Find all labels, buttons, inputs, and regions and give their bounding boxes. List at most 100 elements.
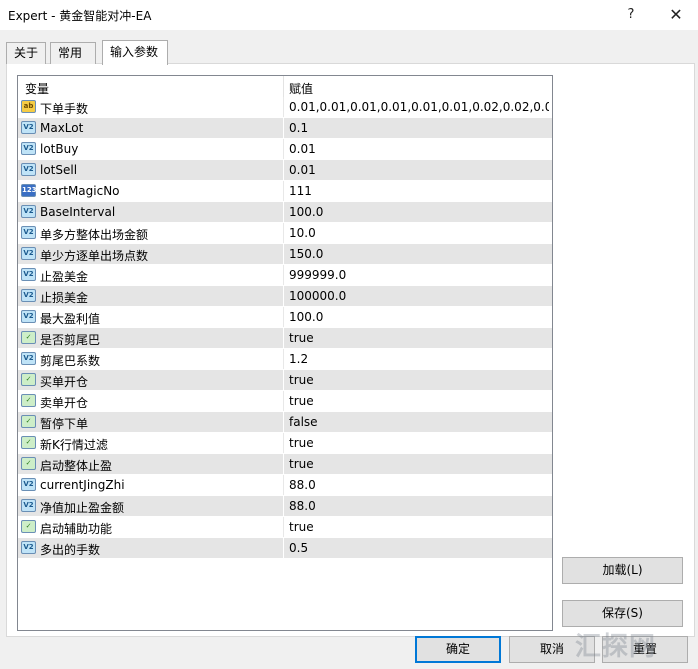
parameter-value[interactable]: 111 xyxy=(289,184,549,198)
tab-about[interactable]: 关于 xyxy=(6,42,46,64)
cell-divider xyxy=(283,244,284,264)
parameter-value[interactable]: 0.01,0.01,0.01,0.01,0.01,0.01,0.02,0.02,… xyxy=(289,100,549,114)
parameter-value[interactable]: 999999.0 xyxy=(289,268,549,282)
cancel-button[interactable]: 取消 xyxy=(509,636,595,663)
cell-divider xyxy=(283,370,284,390)
double-icon: V2 xyxy=(21,310,36,323)
parameter-value[interactable]: true xyxy=(289,520,549,534)
double-icon: V2 xyxy=(21,121,36,134)
help-icon[interactable]: ? xyxy=(611,0,651,30)
table-row[interactable]: ✓ 买单开仓 true xyxy=(18,370,552,391)
table-row[interactable]: 123 startMagicNo 111 xyxy=(18,181,552,202)
double-icon: V2 xyxy=(21,247,36,260)
table-row[interactable]: V2 最大盈利值 100.0 xyxy=(18,307,552,328)
table-row[interactable]: V2 lotSell 0.01 xyxy=(18,160,552,181)
tab-inputs[interactable]: 输入参数 xyxy=(102,40,168,65)
double-icon: V2 xyxy=(21,163,36,176)
bool-icon: ✓ xyxy=(21,373,36,386)
parameter-value[interactable]: 10.0 xyxy=(289,226,549,240)
table-row[interactable]: ✓ 启动整体止盈 true xyxy=(18,454,552,475)
cell-divider xyxy=(283,97,284,117)
table-row[interactable]: V2 剪尾巴系数 1.2 xyxy=(18,349,552,370)
save-button[interactable]: 保存(S) xyxy=(562,600,683,627)
table-row[interactable]: V2 净值加止盈金额 88.0 xyxy=(18,496,552,517)
parameter-name: 新K行情过滤 xyxy=(40,438,108,452)
grid-header: 变量 赋值 xyxy=(18,76,552,97)
parameter-name: 下单手数 xyxy=(40,102,89,116)
cell-divider xyxy=(283,181,284,201)
parameter-value[interactable]: 0.5 xyxy=(289,541,549,555)
column-header-variable[interactable]: 变量 xyxy=(25,80,49,97)
table-row[interactable]: V2 lotBuy 0.01 xyxy=(18,139,552,160)
table-row[interactable]: ab 下单手数 0.01,0.01,0.01,0.01,0.01,0.01,0.02… xyxy=(18,97,552,118)
cell-divider xyxy=(283,517,284,537)
table-row[interactable]: V2 多出的手数 0.5 xyxy=(18,538,552,559)
parameter-value[interactable]: false xyxy=(289,415,549,429)
parameter-value[interactable]: true xyxy=(289,436,549,450)
parameter-name: 单多方整体出场金额 xyxy=(40,228,149,242)
load-button[interactable]: 加载(L) xyxy=(562,557,683,584)
table-row[interactable]: V2 MaxLot 0.1 xyxy=(18,118,552,139)
ok-button[interactable]: 确定 xyxy=(415,636,501,663)
column-header-value[interactable]: 赋值 xyxy=(289,80,313,97)
table-row[interactable]: ✓ 卖单开仓 true xyxy=(18,391,552,412)
parameter-value[interactable]: true xyxy=(289,331,549,345)
parameter-name: 剪尾巴系数 xyxy=(40,354,101,368)
parameter-name: 止损美金 xyxy=(40,291,89,305)
tab-common[interactable]: 常用 xyxy=(50,42,96,64)
parameter-value[interactable]: 88.0 xyxy=(289,478,549,492)
parameter-name: 是否剪尾巴 xyxy=(40,333,101,347)
integer-icon: 123 xyxy=(21,184,37,197)
column-divider[interactable] xyxy=(283,76,284,97)
parameter-value[interactable]: 100000.0 xyxy=(289,289,549,303)
string-icon: ab xyxy=(21,100,36,113)
table-row[interactable]: V2 单多方整体出场金额 10.0 xyxy=(18,223,552,244)
bool-icon: ✓ xyxy=(21,457,36,470)
parameter-value[interactable]: 100.0 xyxy=(289,310,549,324)
parameter-name: 暂停下单 xyxy=(40,417,89,431)
parameter-name: currentJingZhi xyxy=(40,478,125,492)
bool-icon: ✓ xyxy=(21,394,36,407)
parameter-name: 卖单开仓 xyxy=(40,396,89,410)
table-row[interactable]: V2 止损美金 100000.0 xyxy=(18,286,552,307)
cell-divider xyxy=(283,265,284,285)
parameter-value[interactable]: 0.1 xyxy=(289,121,549,135)
parameter-name: 启动整体止盈 xyxy=(40,459,113,473)
parameter-value[interactable]: 0.01 xyxy=(289,163,549,177)
parameter-value[interactable]: 150.0 xyxy=(289,247,549,261)
bool-icon: ✓ xyxy=(21,331,36,344)
cell-divider xyxy=(283,412,284,432)
double-icon: V2 xyxy=(21,289,36,302)
table-row[interactable]: ✓ 是否剪尾巴 true xyxy=(18,328,552,349)
double-icon: V2 xyxy=(21,205,36,218)
parameter-name: lotBuy xyxy=(40,142,79,156)
parameter-name: 多出的手数 xyxy=(40,543,101,557)
table-row[interactable]: ✓ 启动辅助功能 true xyxy=(18,517,552,538)
parameter-value[interactable]: 100.0 xyxy=(289,205,549,219)
double-icon: V2 xyxy=(21,226,36,239)
table-row[interactable]: ✓ 暂停下单 false xyxy=(18,412,552,433)
table-row[interactable]: V2 止盈美金 999999.0 xyxy=(18,265,552,286)
cell-divider xyxy=(283,496,284,516)
parameter-value[interactable]: true xyxy=(289,394,549,408)
table-row[interactable]: V2 单少方逐单出场点数 150.0 xyxy=(18,244,552,265)
parameter-value[interactable]: 0.01 xyxy=(289,142,549,156)
title-bar: Expert - 黄金智能对冲-EA ? ✕ xyxy=(0,0,698,30)
parameters-grid: 变量 赋值 ab 下单手数 0.01,0.01,0.01,0.01,0.01,0.0… xyxy=(17,75,553,631)
double-icon: V2 xyxy=(21,499,36,512)
table-row[interactable]: ✓ 新K行情过滤 true xyxy=(18,433,552,454)
parameter-value[interactable]: 88.0 xyxy=(289,499,549,513)
table-row[interactable]: V2 BaseInterval 100.0 xyxy=(18,202,552,223)
double-icon: V2 xyxy=(21,142,36,155)
window-title: Expert - 黄金智能对冲-EA xyxy=(8,9,152,23)
parameter-value[interactable]: 1.2 xyxy=(289,352,549,366)
grid-rows: ab 下单手数 0.01,0.01,0.01,0.01,0.01,0.01,0.02… xyxy=(18,97,552,559)
table-row[interactable]: V2 currentJingZhi 88.0 xyxy=(18,475,552,496)
parameter-value[interactable]: true xyxy=(289,373,549,387)
close-icon[interactable]: ✕ xyxy=(656,0,696,30)
double-icon: V2 xyxy=(21,352,36,365)
parameter-name: MaxLot xyxy=(40,121,84,135)
reset-button[interactable]: 重置 xyxy=(602,636,688,663)
cell-divider xyxy=(283,391,284,411)
parameter-value[interactable]: true xyxy=(289,457,549,471)
